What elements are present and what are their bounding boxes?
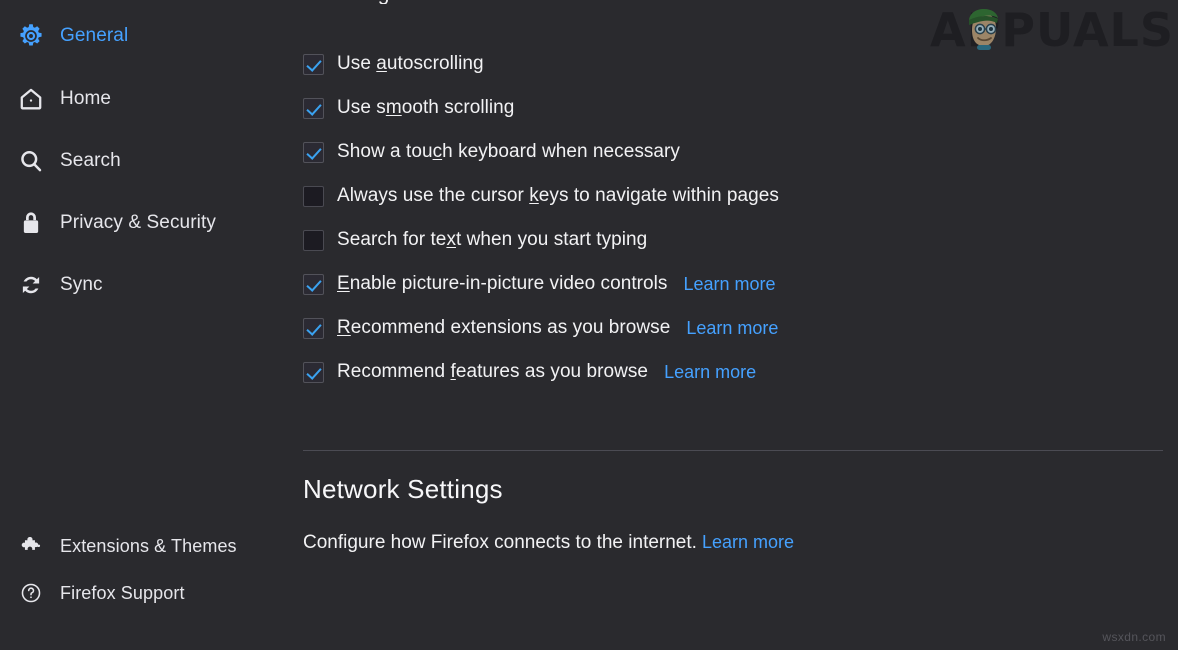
sidebar-item-label: General xyxy=(60,25,129,46)
learn-more-link-picture-in-picture[interactable]: Learn more xyxy=(683,274,775,295)
checkbox-label: Show a touch keyboard when necessary xyxy=(337,141,680,162)
checkbox-row-show-touch-keyboard[interactable]: Show a touch keyboard when necessary xyxy=(303,130,1163,174)
section-divider xyxy=(303,450,1163,451)
checkbox-row-use-smooth-scrolling[interactable]: Use smooth scrolling xyxy=(303,86,1163,130)
browsing-options-list: Use autoscrolling Use smooth scrolling S… xyxy=(303,42,1163,394)
accesskey-letter: a xyxy=(376,53,387,74)
checkbox-label: Recommend features as you browse xyxy=(337,361,649,382)
sidebar-item-label: Privacy & Security xyxy=(60,212,216,233)
preferences-sidebar: General Home Search Privacy & Security S… xyxy=(0,0,295,650)
checkbox-recommend-extensions[interactable] xyxy=(303,317,324,339)
sidebar-item-privacy-security[interactable]: Privacy & Security xyxy=(8,204,280,242)
sidebar-item-label: Extensions & Themes xyxy=(60,535,237,556)
checkbox-label: Search for text when you start typing xyxy=(337,229,648,250)
checkbox-label: Use smooth scrolling xyxy=(337,97,515,118)
network-description-text: Configure how Firefox connects to the in… xyxy=(303,532,697,553)
checkbox-use-autoscrolling[interactable] xyxy=(303,53,324,75)
checkbox-recommend-features[interactable] xyxy=(303,361,324,383)
search-icon xyxy=(16,146,46,176)
accesskey-letter: m xyxy=(385,97,402,118)
sidebar-item-sync[interactable]: Sync xyxy=(8,266,280,304)
checkbox-row-use-autoscrolling[interactable]: Use autoscrolling xyxy=(303,42,1163,86)
sidebar-item-extensions-themes[interactable]: Extensions & Themes xyxy=(8,527,280,565)
checkbox-label: Enable picture-in-picture video controls xyxy=(337,273,668,294)
accesskey-letter: E xyxy=(337,273,350,294)
sidebar-item-search[interactable]: Search xyxy=(8,142,280,180)
sidebar-item-home[interactable]: Home xyxy=(8,80,280,118)
checkbox-label: Always use the cursor keys to navigate w… xyxy=(337,185,779,206)
network-settings-description: Configure how Firefox connects to the in… xyxy=(303,532,794,554)
checkbox-picture-in-picture[interactable] xyxy=(303,273,324,295)
checkbox-row-recommend-features[interactable]: Recommend features as you browse Learn m… xyxy=(303,350,1163,394)
checkbox-show-touch-keyboard[interactable] xyxy=(303,141,324,163)
home-icon xyxy=(16,84,46,114)
checkbox-label: Recommend extensions as you browse xyxy=(337,317,671,338)
accesskey-letter: x xyxy=(446,229,456,250)
question-mark-circle-icon xyxy=(16,578,46,608)
lock-icon xyxy=(16,208,46,238)
checkbox-search-text-on-typing[interactable] xyxy=(303,229,324,251)
network-settings-heading: Network Settings xyxy=(303,474,503,504)
accesskey-letter: k xyxy=(529,185,539,206)
checkbox-row-picture-in-picture[interactable]: Enable picture-in-picture video controls… xyxy=(303,262,1163,306)
sidebar-item-general[interactable]: General xyxy=(8,17,280,55)
sidebar-item-label: Search xyxy=(60,150,121,171)
checkbox-row-search-text-on-typing[interactable]: Search for text when you start typing xyxy=(303,218,1163,262)
checkbox-row-recommend-extensions[interactable]: Recommend extensions as you browse Learn… xyxy=(303,306,1163,350)
accesskey-letter: R xyxy=(337,317,351,338)
gear-icon xyxy=(16,21,46,51)
preferences-content-pane: Browsing Use autoscrolling Use smooth sc… xyxy=(295,0,1178,650)
learn-more-link-recommend-extensions[interactable]: Learn more xyxy=(686,318,778,339)
checkbox-row-cursor-keys-navigate[interactable]: Always use the cursor keys to navigate w… xyxy=(303,174,1163,218)
learn-more-link-recommend-features[interactable]: Learn more xyxy=(664,362,756,383)
sidebar-item-label: Firefox Support xyxy=(60,582,185,603)
checkbox-use-smooth-scrolling[interactable] xyxy=(303,97,324,119)
firefox-preferences-window: General Home Search Privacy & Security S… xyxy=(0,0,1178,650)
puzzle-piece-icon xyxy=(16,531,46,561)
sidebar-item-label: Home xyxy=(60,88,112,109)
sidebar-item-firefox-support[interactable]: Firefox Support xyxy=(8,574,280,612)
checkbox-label: Use autoscrolling xyxy=(337,53,484,74)
clipped-section-heading: Browsing xyxy=(303,0,389,4)
sidebar-item-label: Sync xyxy=(60,274,103,295)
learn-more-link-network[interactable]: Learn more xyxy=(702,532,794,552)
checkbox-cursor-keys-navigate[interactable] xyxy=(303,185,324,207)
sync-icon xyxy=(16,270,46,300)
accesskey-letter: c xyxy=(432,141,443,162)
